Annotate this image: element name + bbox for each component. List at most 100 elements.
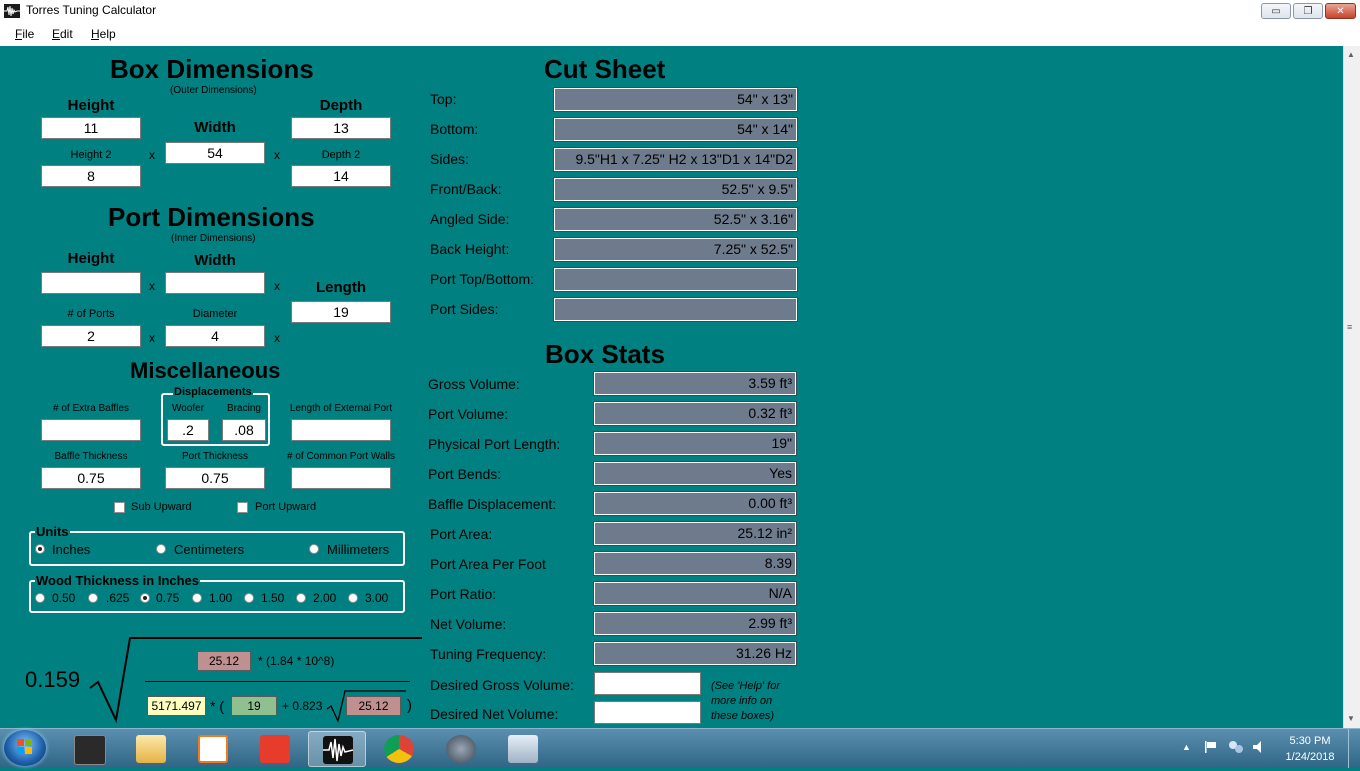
taskbar-app-winisd[interactable] [432,731,490,767]
formula-port-area-box-2: 25.12 [346,696,401,716]
start-button[interactable] [4,730,46,766]
common-port-walls-label: # of Common Port Walls [287,451,395,462]
baffle-thickness-input[interactable]: 0.75 [41,467,141,489]
formula-plus-text: + 0.823 [282,699,323,713]
menu-edit-accelerator [52,39,60,40]
wood-thickness-label: 0.50 [52,591,76,605]
bracing-displacement-input[interactable]: .08 [222,419,266,441]
times-sign: x [149,331,155,345]
port-height-input[interactable] [41,272,141,294]
taskbar-app-sketchup[interactable] [246,731,304,767]
external-port-length-input[interactable] [291,419,391,441]
taskbar-app-media-manager[interactable] [60,731,118,767]
port-width-input[interactable] [165,272,265,294]
scroll-grip-icon: ≡ [1347,322,1353,332]
cut-sheet-value: 52.5" x 3.16" [553,207,798,232]
box-stat-label: Gross Volume: [428,376,520,392]
box-stat-label: Net Volume: [430,616,507,632]
diameter-input[interactable]: 4 [165,325,265,347]
common-port-walls-input[interactable] [291,467,391,489]
taskbar-app-media-player[interactable] [184,731,242,767]
chrome-icon [384,735,414,763]
maximize-button[interactable]: ❐ [1293,3,1323,19]
clock-date[interactable]: 1/24/2018 [1270,751,1350,763]
wood-thickness-radio-3.00[interactable] [348,593,358,603]
cut-sheet-label: Port Sides: [430,301,499,317]
times-sign: x [274,331,280,345]
scroll-down-icon[interactable]: ▼ [1347,714,1355,723]
clock-time[interactable]: 5:30 PM [1270,735,1350,747]
cut-sheet-label: Top: [430,91,457,107]
vertical-scrollbar[interactable] [1343,46,1360,728]
folder-icon [136,735,166,763]
box-stat-label: Tuning Frequency: [430,646,547,662]
units-legend: Units [35,524,70,539]
wood-thickness-legend: Wood Thickness in Inches [35,573,201,588]
formula-numerator-text: * (1.84 * 10^8) [258,654,335,668]
desired-net-volume-input[interactable] [594,701,701,724]
taskbar-app-torres-tuning[interactable] [308,731,366,767]
wood-thickness-radio-0.50[interactable] [35,593,45,603]
port-upward-checkbox[interactable] [237,502,248,513]
port-upward-label: Port Upward [255,501,317,513]
wood-thickness-radio-0.625[interactable] [88,593,98,603]
taskbar-app-file-explorer[interactable] [122,731,180,767]
close-button[interactable]: ✕ [1325,3,1356,19]
cut-sheet-value [553,297,798,322]
port-width-label: Width [194,252,236,269]
miscellaneous-heading: Miscellaneous [130,358,281,383]
woofer-displacement-input[interactable]: .2 [167,419,209,441]
times-sign: x [274,279,280,293]
num-ports-input[interactable]: 2 [41,325,141,347]
wood-thickness-label: 1.50 [261,591,285,605]
desired-gross-volume-input[interactable] [594,672,701,695]
box-stat-value: 3.59 ft³ [593,371,797,396]
units-millimeters-radio[interactable] [309,544,319,554]
formula-port-area-box: 25.12 [197,651,251,671]
times-sign: x [149,148,155,162]
sub-upward-checkbox[interactable] [114,502,125,513]
times-sign: x [274,148,280,162]
wood-thickness-label: 1.00 [209,591,233,605]
cut-sheet-value: 7.25" x 52.5" [553,237,798,262]
wood-thickness-label: .625 [106,591,130,605]
action-center-flag-icon[interactable] [1204,740,1218,754]
extra-baffles-input[interactable] [41,419,141,441]
tray-expand-icon[interactable]: ▲ [1182,742,1191,752]
scroll-up-icon[interactable]: ▲ [1347,50,1355,59]
menu-help-accelerator [91,39,99,40]
box-depth2-input[interactable]: 14 [291,165,391,187]
units-inches-radio[interactable] [35,544,45,554]
box-height-input[interactable]: 11 [41,117,141,139]
wood-thickness-radio-2.00[interactable] [296,593,306,603]
network-icon[interactable] [1228,740,1244,754]
box-depth-input[interactable]: 13 [291,117,391,139]
window-title: Torres Tuning Calculator [26,3,157,17]
port-dimensions-subheading: (Inner Dimensions) [171,233,256,244]
num-ports-label: # of Ports [67,308,115,320]
cut-sheet-label: Front/Back: [430,181,502,197]
units-centimeters-radio[interactable] [156,544,166,554]
box-width-input[interactable]: 54 [165,142,265,164]
box-height2-input[interactable]: 8 [41,165,141,187]
cut-sheet-label: Bottom: [430,121,479,137]
show-desktop-button[interactable] [1348,729,1360,768]
volume-icon[interactable] [1252,740,1268,754]
title-bar [0,0,1360,22]
cut-sheet-value: 54" x 13" [553,87,798,112]
minimize-button[interactable]: ▭ [1261,3,1291,19]
taskbar-app-chrome[interactable] [370,731,428,767]
box-stat-value: 2.99 ft³ [593,611,797,636]
menu-bar [0,22,1360,46]
wood-thickness-radio-1.50[interactable] [244,593,254,603]
port-thickness-input[interactable]: 0.75 [165,467,265,489]
wood-thickness-label: 0.75 [156,591,180,605]
extra-baffles-label: # of Extra Baffles [53,403,129,414]
wood-thickness-radio-0.75[interactable] [140,593,150,603]
port-length-input[interactable]: 19 [291,301,391,323]
box-stat-label: Baffle Displacement: [428,496,557,512]
baffle-thickness-label: Baffle Thickness [54,451,128,462]
box-stat-value: N/A [593,581,797,606]
taskbar-app-camera[interactable] [494,731,552,767]
wood-thickness-radio-1.00[interactable] [192,593,202,603]
